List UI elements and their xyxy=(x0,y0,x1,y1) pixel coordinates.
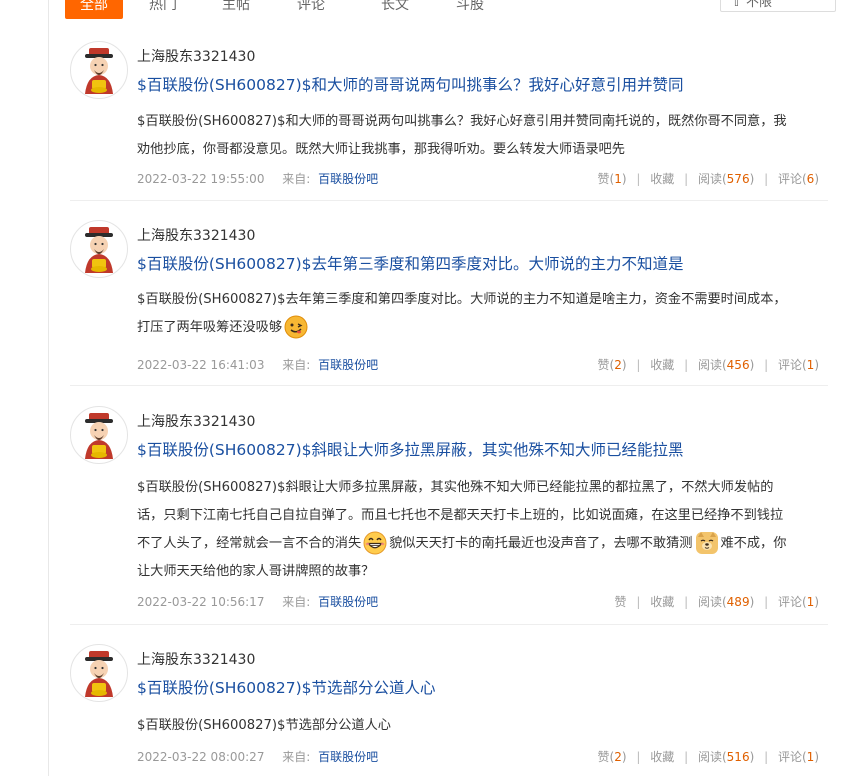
divider: | xyxy=(636,358,641,372)
avatar-caishen-icon xyxy=(71,407,127,463)
tab-long-articles[interactable]: 长文 xyxy=(353,0,437,19)
post-date: 2022-03-22 10:56:17 xyxy=(137,595,265,609)
like-button[interactable]: 赞(2) xyxy=(598,750,627,764)
from-label: 来自: xyxy=(282,750,311,764)
from-label: 来自: xyxy=(282,172,311,186)
from-label: 来自: xyxy=(282,358,311,372)
divider: | xyxy=(636,172,641,186)
post-meta: 2022-03-22 08:00:27 来自: 百联股份吧 赞(2) | 收藏 … xyxy=(137,748,819,765)
post-meta: 2022-03-22 16:41:03 来自: 百联股份吧 赞(2) | 收藏 … xyxy=(137,356,819,373)
like-count: 2 xyxy=(614,750,622,764)
favorite-button[interactable]: 收藏 xyxy=(650,750,674,764)
from-label: 来自: xyxy=(282,595,311,609)
like-button[interactable]: 赞 xyxy=(615,595,627,609)
divider: | xyxy=(636,595,641,609)
post-body: $百联股份(SH600827)$和大师的哥哥说两句叫挑事么？我好心好意引用并赞同… xyxy=(137,108,827,164)
author-name[interactable]: 上海股东3321430 xyxy=(137,46,255,66)
post-stats: 赞(1) | 收藏 | 阅读(576) | 评论(6) xyxy=(598,170,819,187)
forum-link[interactable]: 百联股份吧 xyxy=(318,750,378,764)
tab-comments[interactable]: 评论 xyxy=(269,0,353,19)
comment-button[interactable]: 评论(1) xyxy=(778,750,819,764)
emoji-grin-icon xyxy=(363,531,387,555)
post-meta: 2022-03-22 10:56:17 来自: 百联股份吧 赞 | 收藏 | 阅… xyxy=(137,593,819,610)
divider: | xyxy=(764,358,769,372)
read-count: 阅读(516) xyxy=(697,750,755,764)
post-stats: 赞(2) | 收藏 | 阅读(516) | 评论(1) xyxy=(598,748,819,765)
tab-stock-battle[interactable]: 斗股 xyxy=(437,0,503,19)
like-count: 1 xyxy=(614,172,622,186)
avatar[interactable] xyxy=(70,41,128,99)
divider: | xyxy=(764,172,769,186)
favorite-button[interactable]: 收藏 xyxy=(650,358,674,372)
time-filter-dropdown[interactable]: ⇧ 不限 xyxy=(720,0,836,12)
forum-link[interactable]: 百联股份吧 xyxy=(318,595,378,609)
post-item: 上海股东3321430 $百联股份(SH600827)$节选部分公道人心 $百联… xyxy=(70,644,828,784)
comment-button[interactable]: 评论(6) xyxy=(778,172,819,186)
like-button[interactable]: 赞(2) xyxy=(598,358,627,372)
avatar[interactable] xyxy=(70,220,128,278)
avatar-caishen-icon xyxy=(71,645,127,701)
body-line: $百联股份(SH600827)$去年第三季度和第四季度对比。大师说的主力不知道是… xyxy=(137,292,787,307)
post-body: $百联股份(SH600827)$去年第三季度和第四季度对比。大师说的主力不知道是… xyxy=(137,286,827,342)
body-line: 打压了两年吸筹还没吸够 xyxy=(137,314,827,342)
author-name[interactable]: 上海股东3321430 xyxy=(137,225,255,245)
like-button[interactable]: 赞(1) xyxy=(598,172,627,186)
divider: | xyxy=(636,750,641,764)
divider: | xyxy=(684,358,689,372)
read-count: 阅读(489) xyxy=(697,595,755,609)
emoji-playful-icon xyxy=(284,315,308,339)
avatar-caishen-icon xyxy=(71,42,127,98)
post-item: 上海股东3321430 $百联股份(SH600827)$去年第三季度和第四季度对… xyxy=(70,220,828,386)
divider: | xyxy=(764,750,769,764)
read-count: 阅读(576) xyxy=(697,172,755,186)
favorite-button[interactable]: 收藏 xyxy=(650,172,674,186)
body-line: $百联股份(SH600827)$节选部分公道人心 xyxy=(137,718,391,733)
post-title[interactable]: $百联股份(SH600827)$节选部分公道人心 xyxy=(137,676,435,698)
post-stats: 赞(2) | 收藏 | 阅读(456) | 评论(1) xyxy=(598,356,819,373)
post-date: 2022-03-22 08:00:27 xyxy=(137,750,265,764)
body-line: 不了人头了，经常就会一言不合的消失 貌似天天打卡的南托最近也没声音了，去哪不敢猜测… xyxy=(137,530,827,558)
left-divider xyxy=(48,0,49,776)
divider: | xyxy=(684,172,689,186)
body-line: 让大师天天给他的家人哥讲牌照的故事？ xyxy=(137,564,375,579)
post-date: 2022-03-22 19:55:00 xyxy=(137,172,265,186)
like-count: 2 xyxy=(614,358,622,372)
post-body: $百联股份(SH600827)$斜眼让大师多拉黑屏蔽，其实他殊不知大师已经能拉黑… xyxy=(137,474,827,586)
read-count: 阅读(456) xyxy=(697,358,755,372)
body-line: $百联股份(SH600827)$斜眼让大师多拉黑屏蔽，其实他殊不知大师已经能拉黑… xyxy=(137,480,774,495)
tab-bar: 全部 热门 主帖 评论 长文 斗股 xyxy=(65,0,503,19)
tab-hot[interactable]: 热门 xyxy=(123,0,203,19)
forum-link[interactable]: 百联股份吧 xyxy=(318,358,378,372)
divider: | xyxy=(764,595,769,609)
body-line: 劝他抄底，你哥都没意见。既然大师让我挑事，那我得听劝。要么转发大师语录吧先 xyxy=(137,142,625,157)
divider: | xyxy=(684,595,689,609)
post-item: 上海股东3321430 $百联股份(SH600827)$和大师的哥哥说两句叫挑事… xyxy=(70,41,828,201)
post-meta: 2022-03-22 19:55:00 来自: 百联股份吧 赞(1) | 收藏 … xyxy=(137,170,819,187)
emoji-doge-icon xyxy=(695,531,719,555)
tab-all[interactable]: 全部 xyxy=(65,0,123,19)
body-line: $百联股份(SH600827)$和大师的哥哥说两句叫挑事么？我好心好意引用并赞同… xyxy=(137,114,787,129)
post-title[interactable]: $百联股份(SH600827)$去年第三季度和第四季度对比。大师说的主力不知道是 xyxy=(137,252,683,274)
divider: | xyxy=(684,750,689,764)
avatar[interactable] xyxy=(70,644,128,702)
post-date: 2022-03-22 16:41:03 xyxy=(137,358,265,372)
author-name[interactable]: 上海股东3321430 xyxy=(137,411,255,431)
forum-link[interactable]: 百联股份吧 xyxy=(318,172,378,186)
post-title[interactable]: $百联股份(SH600827)$和大师的哥哥说两句叫挑事么？我好心好意引用并赞同 xyxy=(137,73,683,95)
avatar-caishen-icon xyxy=(71,221,127,277)
body-line: 话，只剩下江南七托自己自拉自弹了。而且七托也不是都天天打卡上班的，比如说面瘫，在… xyxy=(137,508,784,523)
avatar[interactable] xyxy=(70,406,128,464)
favorite-button[interactable]: 收藏 xyxy=(650,595,674,609)
comment-button[interactable]: 评论(1) xyxy=(778,595,819,609)
comment-button[interactable]: 评论(1) xyxy=(778,358,819,372)
post-item: 上海股东3321430 $百联股份(SH600827)$斜眼让大师多拉黑屏蔽，其… xyxy=(70,406,828,625)
post-stats: 赞 | 收藏 | 阅读(489) | 评论(1) xyxy=(615,593,819,610)
post-title[interactable]: $百联股份(SH600827)$斜眼让大师多拉黑屏蔽，其实他殊不知大师已经能拉黑 xyxy=(137,438,683,460)
tab-main-posts[interactable]: 主帖 xyxy=(203,0,269,19)
post-body: $百联股份(SH600827)$节选部分公道人心 xyxy=(137,712,827,740)
author-name[interactable]: 上海股东3321430 xyxy=(137,649,255,669)
